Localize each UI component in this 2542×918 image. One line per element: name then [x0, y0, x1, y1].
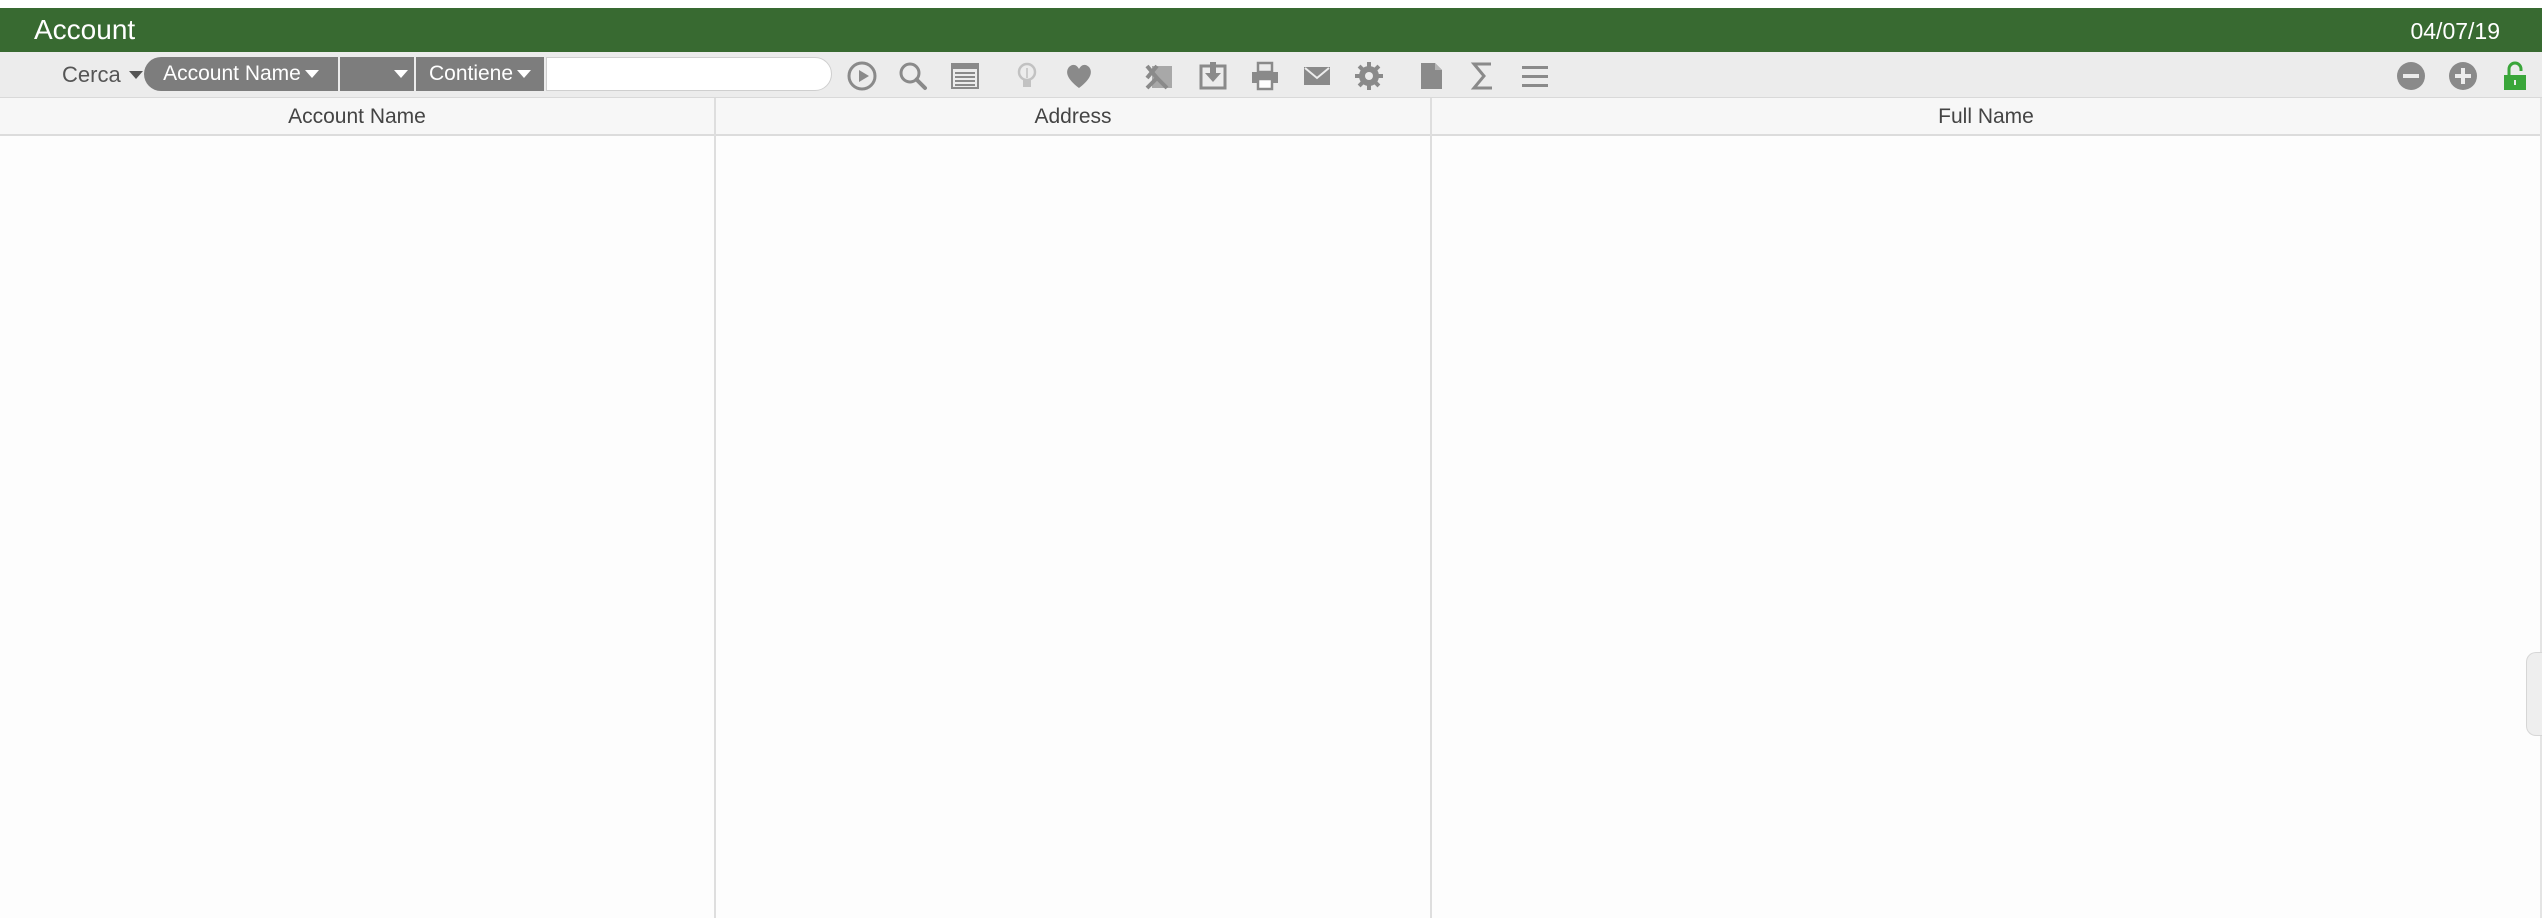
unlock-icon: [2504, 61, 2526, 90]
hint-button[interactable]: [1010, 60, 1044, 92]
search-input[interactable]: [546, 57, 832, 91]
totals-button[interactable]: [1466, 60, 1500, 92]
excel-export-icon: [1145, 64, 1172, 90]
download-button[interactable]: [1196, 60, 1230, 92]
current-date: 04/07/19: [2410, 18, 2500, 44]
chevron-down-icon: [394, 70, 408, 78]
mail-icon: [1304, 67, 1330, 85]
document-button[interactable]: [1414, 60, 1448, 92]
print-button[interactable]: [1248, 60, 1282, 92]
chevron-down-icon: [517, 70, 532, 78]
heart-icon: [1067, 64, 1091, 88]
play-icon: [847, 61, 877, 91]
search-button[interactable]: [896, 60, 930, 92]
field-select[interactable]: Account Name: [144, 57, 338, 91]
add-record-button[interactable]: [2446, 60, 2480, 92]
search-mode-label: Cerca: [62, 62, 121, 87]
download-icon: [1199, 62, 1227, 90]
search-icon: [899, 62, 927, 90]
chevron-down-icon: [128, 71, 143, 79]
operator-select-value: Contiene: [428, 62, 514, 85]
column-header-account-name[interactable]: Account Name: [0, 98, 714, 136]
toolbar: Cerca Account Name Contiene: [0, 52, 2542, 98]
gear-icon: [1355, 62, 1383, 90]
remove-record-button[interactable]: [2394, 60, 2428, 92]
list-icon: [951, 63, 979, 89]
plus-circle-icon: [2449, 62, 2477, 90]
menu-button[interactable]: [1518, 60, 1552, 92]
operator-select[interactable]: Contiene: [416, 57, 544, 91]
menu-icon: [1522, 66, 1548, 87]
favorites-button[interactable]: [1062, 60, 1096, 92]
grid-header: Account Name Address Full Name: [0, 98, 2540, 136]
column-body-full-name: [1432, 138, 2540, 918]
column-header-address[interactable]: Address: [716, 98, 1430, 136]
side-panel-handle[interactable]: [2526, 652, 2542, 736]
email-button[interactable]: [1300, 60, 1334, 92]
window-title: Account: [34, 14, 136, 45]
column-body-address: [716, 138, 1430, 918]
minus-circle-icon: [2397, 62, 2425, 90]
print-icon: [1252, 61, 1278, 91]
title-bar: Account 04/07/19: [0, 8, 2542, 52]
column-header-full-name[interactable]: Full Name: [1432, 98, 2540, 136]
run-search-button[interactable]: [845, 60, 879, 92]
secondary-select[interactable]: [340, 57, 414, 91]
lightbulb-icon: [1017, 62, 1037, 87]
list-view-button[interactable]: [948, 60, 982, 92]
export-excel-button[interactable]: [1143, 60, 1177, 92]
chevron-down-icon: [304, 70, 319, 78]
search-mode-dropdown[interactable]: Cerca: [62, 62, 143, 88]
data-grid: Account Name Address Full Name: [0, 98, 2540, 918]
unlock-button[interactable]: [2498, 60, 2532, 92]
settings-button[interactable]: [1352, 60, 1386, 92]
field-select-value: Account Name: [163, 62, 301, 85]
sum-icon: [1470, 62, 1492, 90]
column-body-account-name: [0, 138, 714, 918]
document-icon: [1421, 63, 1442, 89]
